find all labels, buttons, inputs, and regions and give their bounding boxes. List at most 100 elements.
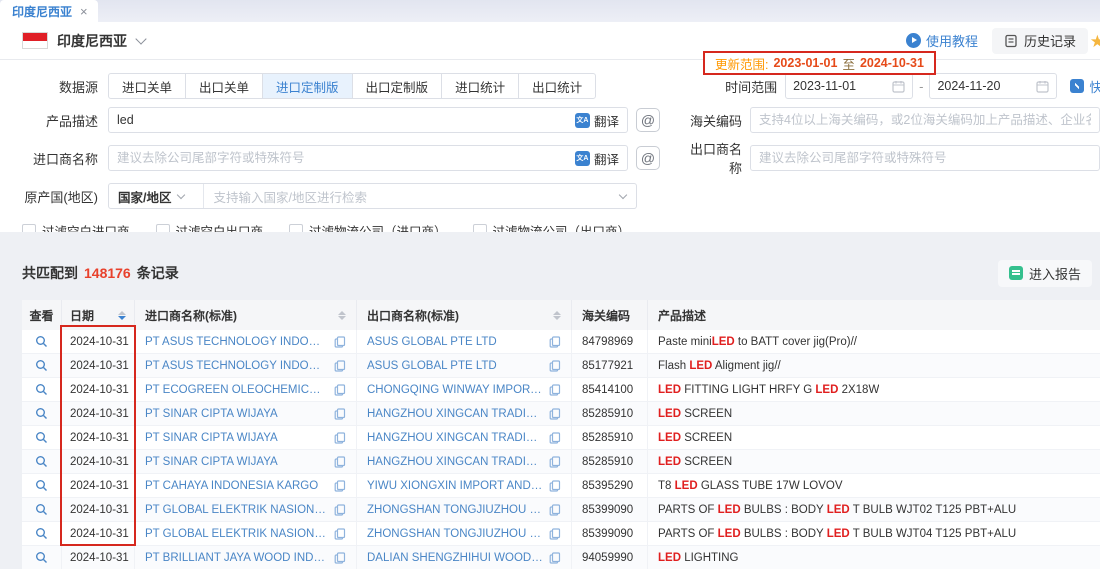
magnifier-icon[interactable] bbox=[35, 503, 48, 516]
magnifier-icon[interactable] bbox=[35, 455, 48, 468]
copy-icon[interactable] bbox=[549, 432, 561, 444]
copy-icon[interactable] bbox=[549, 552, 561, 564]
exporter-link[interactable]: DALIAN SHENGZHIHUI WOOD INDUST... bbox=[367, 552, 543, 564]
exporter-link[interactable]: ASUS GLOBAL PTE LTD bbox=[367, 360, 543, 372]
origin-type-select[interactable]: 国家/地区 bbox=[109, 184, 204, 208]
results-bar: 共匹配到 148176 条记录 进入报告 bbox=[0, 258, 1100, 288]
importer-link[interactable]: PT CAHAYA INDONESIA KARGO bbox=[145, 480, 328, 492]
update-range-to: 2024-10-31 bbox=[860, 56, 924, 70]
exact-match-toggle[interactable]: @ bbox=[636, 146, 660, 170]
importer-cell: PT SINAR CIPTA WIJAYA bbox=[135, 426, 357, 449]
magnifier-icon[interactable] bbox=[35, 479, 48, 492]
copy-icon[interactable] bbox=[334, 528, 346, 540]
source-tab-1[interactable]: 出口关单 bbox=[185, 73, 263, 99]
column-header-product[interactable]: 产品描述 bbox=[648, 300, 1100, 330]
hs-code-input[interactable] bbox=[759, 113, 1091, 127]
sort-icon[interactable] bbox=[118, 311, 126, 320]
copy-icon[interactable] bbox=[549, 384, 561, 396]
importer-link[interactable]: PT ECOGREEN OLEOCHEMICALS bbox=[145, 384, 328, 396]
copy-icon[interactable] bbox=[334, 384, 346, 396]
exact-match-toggle[interactable]: @ bbox=[636, 108, 660, 132]
copy-icon[interactable] bbox=[334, 336, 346, 348]
copy-icon[interactable] bbox=[549, 336, 561, 348]
importer-label: 进口商名称 bbox=[0, 149, 108, 168]
date-cell: 2024-10-31 bbox=[62, 330, 135, 353]
exporter-link[interactable]: HANGZHOU XINGCAN TRADING CO LTD bbox=[367, 432, 543, 444]
enter-report-button[interactable]: 进入报告 bbox=[998, 260, 1092, 287]
copy-icon[interactable] bbox=[549, 504, 561, 516]
copy-icon[interactable] bbox=[334, 408, 346, 420]
importer-link[interactable]: PT ASUS TECHNOLOGY INDONESIA BA... bbox=[145, 336, 328, 348]
chevron-down-icon[interactable] bbox=[619, 190, 627, 198]
magnifier-icon[interactable] bbox=[35, 551, 48, 564]
exporter-link[interactable]: HANGZHOU XINGCAN TRADING CO LTD bbox=[367, 408, 543, 420]
copy-icon[interactable] bbox=[549, 528, 561, 540]
importer-cell: PT SINAR CIPTA WIJAYA bbox=[135, 450, 357, 473]
results-section: 共匹配到 148176 条记录 进入报告 查看 日期 进口商名称(标准) bbox=[0, 232, 1100, 569]
importer-cell: PT GLOBAL ELEKTRIK NASIONAL bbox=[135, 522, 357, 545]
magnifier-icon[interactable] bbox=[35, 431, 48, 444]
magnifier-icon[interactable] bbox=[35, 335, 48, 348]
importer-inputbox: 文A 翻译 bbox=[108, 145, 628, 171]
tutorial-link[interactable]: 使用教程 bbox=[906, 31, 978, 50]
date-from-input[interactable]: 2023-11-01 bbox=[785, 73, 913, 99]
magnifier-icon[interactable] bbox=[35, 407, 48, 420]
exporter-link[interactable]: CHONGQING WINWAY IMPORT AND E... bbox=[367, 384, 543, 396]
exporter-link[interactable]: YIWU XIONGXIN IMPORT AND EXPORT... bbox=[367, 480, 543, 492]
product-desc-input[interactable] bbox=[117, 113, 575, 127]
hscode-cell: 85285910 bbox=[572, 450, 648, 473]
copy-icon[interactable] bbox=[334, 360, 346, 372]
translate-button[interactable]: 文A 翻译 bbox=[575, 111, 619, 130]
source-tab-4[interactable]: 进口统计 bbox=[441, 73, 519, 99]
importer-link[interactable]: PT GLOBAL ELEKTRIK NASIONAL bbox=[145, 504, 328, 516]
copy-icon[interactable] bbox=[334, 432, 346, 444]
magnifier-icon[interactable] bbox=[35, 359, 48, 372]
copy-icon[interactable] bbox=[334, 552, 346, 564]
magnifier-icon[interactable] bbox=[35, 383, 48, 396]
copy-icon[interactable] bbox=[549, 408, 561, 420]
copy-icon[interactable] bbox=[334, 504, 346, 516]
importer-link[interactable]: PT SINAR CIPTA WIJAYA bbox=[145, 456, 328, 468]
source-tab-0[interactable]: 进口关单 bbox=[108, 73, 186, 99]
favorite-star-icon[interactable]: ★ bbox=[1090, 32, 1100, 52]
source-tab-3[interactable]: 出口定制版 bbox=[352, 73, 443, 99]
source-tab-2[interactable]: 进口定制版 bbox=[262, 73, 353, 99]
copy-icon[interactable] bbox=[334, 456, 346, 468]
origin-search-input[interactable]: 支持输入国家/地区进行检索 bbox=[204, 187, 620, 206]
copy-icon[interactable] bbox=[549, 456, 561, 468]
tab-indonesia[interactable]: 印度尼西亚 × bbox=[0, 0, 98, 22]
importer-link[interactable]: PT BRILLIANT JAYA WOOD INDUSTRY bbox=[145, 552, 328, 564]
exporter-input[interactable] bbox=[759, 151, 1091, 165]
sort-icon[interactable] bbox=[553, 311, 561, 320]
column-header-date[interactable]: 日期 bbox=[62, 300, 135, 330]
exporter-link[interactable]: HANGZHOU XINGCAN TRADING CO LTD bbox=[367, 456, 543, 468]
translate-button[interactable]: 文A 翻译 bbox=[575, 149, 619, 168]
chevron-down-icon[interactable] bbox=[135, 33, 146, 44]
copy-icon[interactable] bbox=[549, 480, 561, 492]
importer-link[interactable]: PT GLOBAL ELEKTRIK NASIONAL bbox=[145, 528, 328, 540]
importer-link[interactable]: PT SINAR CIPTA WIJAYA bbox=[145, 432, 328, 444]
copy-icon[interactable] bbox=[549, 360, 561, 372]
copy-icon[interactable] bbox=[334, 480, 346, 492]
importer-link[interactable]: PT ASUS TECHNOLOGY INDONESIA BA... bbox=[145, 360, 328, 372]
column-header-hscode[interactable]: 海关编码 bbox=[572, 300, 648, 330]
quick-options-link[interactable]: 快捷选项 bbox=[1070, 77, 1100, 96]
history-button[interactable]: 历史记录 bbox=[992, 28, 1088, 54]
sort-icon[interactable] bbox=[338, 311, 346, 320]
date-to-input[interactable]: 2024-11-20 bbox=[929, 73, 1057, 99]
exporter-link[interactable]: ZHONGSHAN TONGJIUZHOU INTERNA... bbox=[367, 528, 543, 540]
close-icon[interactable]: × bbox=[80, 5, 88, 18]
table-row: 2024-10-31 PT BRILLIANT JAYA WOOD INDUST… bbox=[22, 546, 1100, 569]
source-tab-5[interactable]: 出口统计 bbox=[518, 73, 596, 99]
column-header-importer[interactable]: 进口商名称(标准) bbox=[135, 300, 357, 330]
importer-input[interactable] bbox=[117, 151, 575, 165]
exporter-link[interactable]: ASUS GLOBAL PTE LTD bbox=[367, 336, 543, 348]
column-header-view[interactable]: 查看 bbox=[22, 300, 62, 330]
country-selector-label[interactable]: 印度尼西亚 bbox=[57, 31, 127, 51]
importer-link[interactable]: PT SINAR CIPTA WIJAYA bbox=[145, 408, 328, 420]
magnifier-icon[interactable] bbox=[35, 527, 48, 540]
table-row: 2024-10-31 PT ASUS TECHNOLOGY INDONESIA … bbox=[22, 354, 1100, 378]
product-cell: PARTS OF LED BULBS : BODY LED T BULB WJT… bbox=[648, 522, 1100, 545]
exporter-link[interactable]: ZHONGSHAN TONGJIUZHOU INTERNA... bbox=[367, 504, 543, 516]
column-header-exporter[interactable]: 出口商名称(标准) bbox=[357, 300, 572, 330]
